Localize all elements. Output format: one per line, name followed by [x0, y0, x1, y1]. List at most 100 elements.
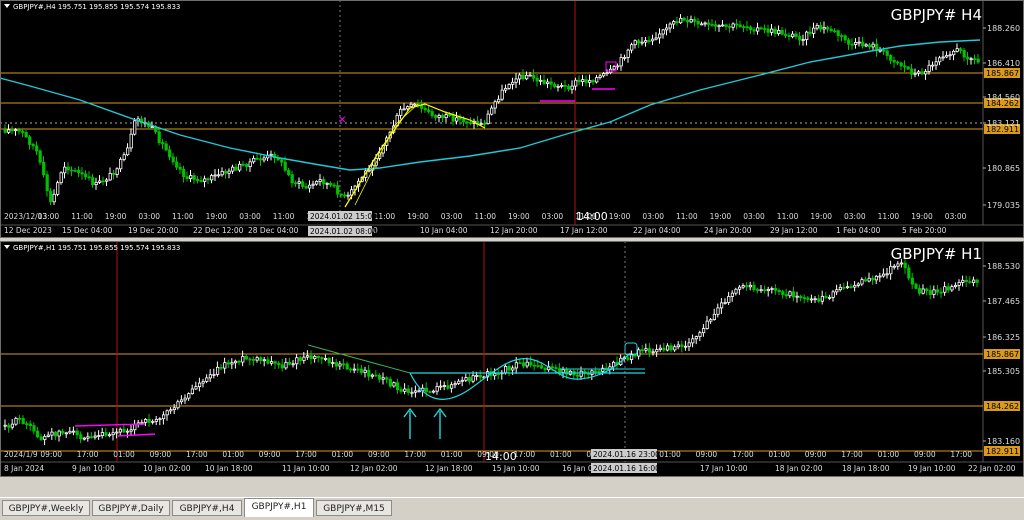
tab-gbpjpy-weekly[interactable]: GBPJPY#,Weekly — [2, 500, 90, 516]
candle-body — [780, 30, 784, 35]
candle-body — [105, 179, 109, 182]
tab-gbpjpy-h4[interactable]: GBPJPY#,H4 — [172, 500, 242, 516]
candle-body — [684, 345, 688, 348]
time-axis-label: 19 Dec 20:00 — [128, 226, 179, 235]
candle-body — [731, 23, 735, 28]
tab-gbpjpy-daily[interactable]: GBPJPY#,Daily — [92, 500, 170, 516]
candle-body — [948, 54, 952, 57]
candle-body — [122, 154, 126, 160]
candle-body — [550, 366, 555, 369]
candle-body — [795, 295, 799, 298]
candle-body — [449, 384, 454, 389]
candle-body — [126, 430, 130, 433]
candle-body — [921, 288, 925, 294]
grid-time-label: 09:00 — [150, 450, 172, 459]
candle-body — [833, 30, 837, 33]
candle-body — [458, 117, 462, 120]
candle-body — [385, 377, 389, 380]
candle-body — [672, 21, 676, 25]
candle-body — [640, 41, 644, 44]
grid-time-label: 09:00 — [259, 450, 281, 459]
candle-body — [842, 286, 846, 289]
candle-body — [654, 37, 658, 40]
candle-body — [661, 29, 665, 35]
candle-body — [63, 166, 67, 174]
candle-body — [269, 361, 274, 364]
time-axis-label: 15 Dec 04:00 — [62, 226, 113, 235]
candle-body — [705, 320, 709, 329]
candle-body — [402, 108, 406, 111]
candle-body — [518, 362, 522, 365]
candle-body — [903, 65, 907, 68]
candle-body — [462, 118, 466, 123]
chart-canvas-h1[interactable]: 185.867 184.262 182.911 188.530 187.465 186.3… — [0, 241, 1024, 477]
candle-body — [918, 288, 922, 294]
candle-body — [964, 279, 969, 282]
chart-canvas-h4[interactable]: 185.867184.262182.911188.260186.410184.5… — [0, 0, 1024, 238]
chart-title-h4: GBPJPY#,H4 195.751 195.855 195.574 195.8… — [4, 3, 180, 11]
candle-body — [856, 283, 861, 286]
candle-body — [377, 374, 382, 380]
candle-body — [777, 30, 781, 34]
candle-body — [954, 284, 958, 288]
candle-body — [561, 369, 565, 373]
candle-body — [428, 391, 432, 393]
candle-body — [161, 414, 166, 420]
candle-body — [756, 27, 760, 32]
candle-body — [80, 172, 84, 175]
grid-time-label: 01:00 — [332, 450, 354, 459]
candle-body — [323, 358, 328, 360]
tab-gbpjpy-m15[interactable]: GBPJPY#,M15 — [316, 500, 392, 516]
candle-body — [867, 277, 871, 282]
candle-body — [403, 388, 407, 392]
time-marker-label: 14:00 — [485, 450, 517, 463]
candle-body — [172, 407, 176, 411]
candle-body — [676, 344, 681, 348]
candle-body — [648, 348, 652, 353]
candle-body — [339, 193, 343, 196]
candle-body — [640, 349, 645, 352]
candle-body — [560, 84, 564, 87]
candle-body — [941, 56, 945, 59]
candle-body — [122, 428, 126, 433]
candle-body — [406, 388, 411, 393]
candle-body — [406, 106, 410, 110]
candle-body — [532, 74, 536, 79]
chart-window-h4[interactable]: 185.867 184.262 182.911 188.260 186.410 184.5… — [0, 0, 1024, 238]
candle-body — [907, 267, 911, 279]
candle-body — [208, 374, 212, 379]
candle-body — [882, 273, 886, 277]
candle-body — [717, 25, 721, 28]
candle-body — [532, 364, 537, 367]
grid-time-label: 17:00 — [732, 450, 754, 459]
candle-body — [540, 365, 544, 369]
price-tick-label: 179.035 — [987, 201, 1020, 210]
candle-body — [395, 382, 400, 391]
chart-title-text: GBPJPY#,H4 195.751 195.855 195.574 195.8… — [13, 3, 181, 11]
grid-time-label: 03:00 — [642, 212, 664, 221]
candle-body — [799, 295, 803, 299]
candle-body — [542, 79, 546, 84]
grid-time-label: 11:00 — [273, 212, 295, 221]
candle-body — [10, 423, 14, 428]
candle-body — [251, 359, 256, 361]
candle-body — [392, 382, 396, 387]
candle-body — [528, 74, 532, 77]
candle-body — [854, 42, 858, 45]
candle-body — [57, 430, 61, 437]
candle-body — [244, 356, 248, 360]
chart-window-h1[interactable]: 185.867 184.262 182.911 188.530 187.465 186.3… — [0, 241, 1024, 477]
candle-body — [237, 360, 241, 363]
grid-time-label: 19:00 — [508, 212, 530, 221]
candle-body — [651, 351, 655, 354]
candle-body — [567, 85, 571, 90]
candle-body — [721, 24, 725, 27]
tab-gbpjpy-h1[interactable]: GBPJPY#,H1 — [244, 498, 314, 517]
candle-body — [430, 111, 434, 116]
candle-body — [334, 362, 339, 367]
candle-body — [815, 25, 819, 29]
candle-body — [290, 174, 294, 184]
candle-body — [846, 286, 850, 289]
level-price-text: 184.262 — [986, 402, 1019, 411]
time-axis-label: 22 Dec 12:00 — [193, 226, 244, 235]
